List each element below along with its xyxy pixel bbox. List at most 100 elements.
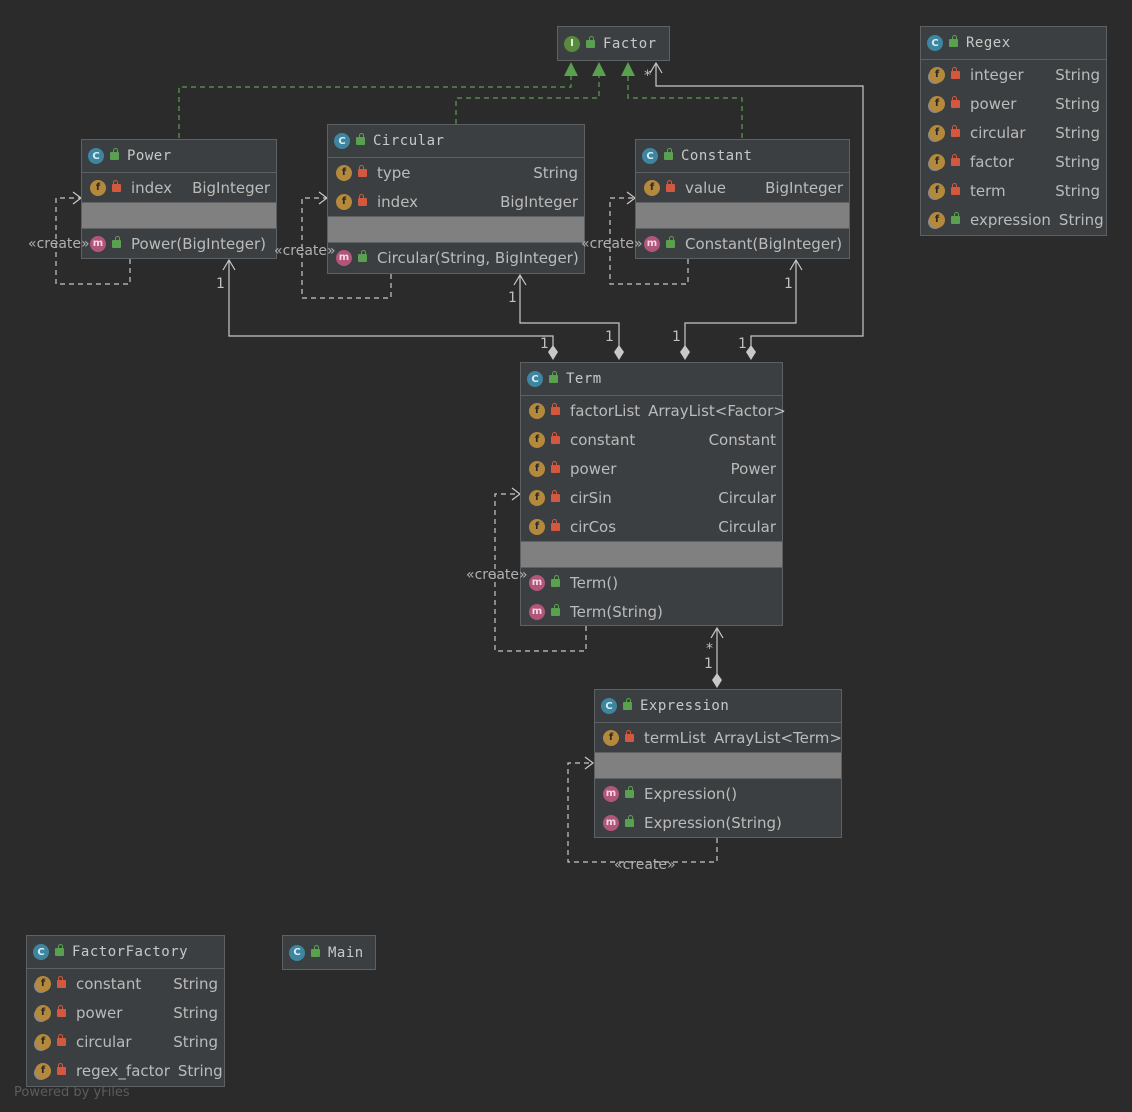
field-name: cirCos: [570, 517, 617, 536]
field-icon: f: [336, 193, 352, 210]
realization-arrow-power: [564, 62, 578, 76]
class-main[interactable]: C Main: [282, 935, 376, 970]
field-row[interactable]: f integer String: [921, 60, 1106, 89]
create-label-term: «create»: [466, 567, 528, 583]
method-row[interactable]: m Circular(String, BigInteger): [328, 243, 584, 272]
field-row[interactable]: f factor String: [921, 147, 1106, 176]
realization-arrow-circular: [592, 62, 606, 76]
class-expression[interactable]: C Expression f termList ArrayList<Term> …: [594, 689, 842, 838]
private-icon: [112, 179, 121, 192]
separator: [636, 202, 849, 229]
field-type: BigInteger: [192, 178, 270, 197]
field-type: Circular: [718, 517, 776, 536]
method-row[interactable]: m Term(String): [521, 597, 782, 626]
interface-icon: I: [564, 35, 580, 52]
create-label-power: «create»: [28, 236, 90, 252]
field-name: constant: [570, 430, 636, 449]
field-row[interactable]: f circular String: [921, 118, 1106, 147]
field-type: String: [1055, 152, 1100, 171]
field-row[interactable]: f regex_factor String: [27, 1056, 224, 1085]
diamond-4: [746, 345, 756, 360]
field-icon: f: [603, 729, 619, 746]
field-row[interactable]: f power Power: [521, 454, 782, 483]
field-name: type: [377, 163, 411, 182]
private-icon: [57, 975, 66, 988]
field-row[interactable]: f expression String: [921, 205, 1106, 234]
public-icon: [55, 944, 64, 956]
create-label-circular: «create»: [274, 243, 336, 259]
private-icon: [551, 518, 560, 531]
field-type: String: [177, 1061, 223, 1080]
field-type: Circular: [718, 488, 776, 507]
class-name: FactorFactory: [72, 944, 189, 960]
class-factor[interactable]: I Factor: [557, 26, 670, 61]
field-name: term: [970, 181, 1006, 200]
public-icon: [625, 785, 634, 798]
field-row[interactable]: f cirSin Circular: [521, 483, 782, 512]
private-icon: [951, 66, 960, 79]
field-row[interactable]: f power String: [27, 998, 224, 1027]
field-row[interactable]: f value BigInteger: [636, 173, 849, 202]
multiplicity-term-many: *: [706, 641, 713, 657]
method-row[interactable]: m Expression(String): [595, 808, 841, 837]
field-name: constant: [76, 974, 142, 993]
method-row[interactable]: m Expression(): [595, 779, 841, 808]
separator: [521, 541, 782, 568]
field-name: cirSin: [570, 488, 612, 507]
field-row[interactable]: f cirCos Circular: [521, 512, 782, 541]
private-icon: [625, 729, 634, 742]
class-regex[interactable]: C Regex f integer String f power String …: [920, 26, 1107, 236]
class-icon: C: [33, 944, 49, 960]
class-icon: C: [642, 148, 658, 164]
method-row[interactable]: m Constant(BigInteger): [636, 229, 849, 258]
method-name: Constant(BigInteger): [685, 234, 843, 253]
static-field-icon: f: [929, 182, 945, 199]
method-name: Circular(String, BigInteger): [377, 248, 579, 267]
field-row[interactable]: f term String: [921, 176, 1106, 205]
class-constant[interactable]: C Constant f value BigInteger m Constant…: [635, 139, 850, 259]
field-row[interactable]: f index BigInteger: [82, 173, 276, 202]
field-row[interactable]: f type String: [328, 158, 584, 187]
field-row[interactable]: f power String: [921, 89, 1106, 118]
separator: [595, 752, 841, 779]
static-field-icon: f: [35, 975, 51, 992]
field-row[interactable]: f circular String: [27, 1027, 224, 1056]
field-type: String: [173, 1032, 218, 1051]
realization-arrow-constant: [621, 62, 635, 76]
separator: [328, 216, 584, 243]
static-field-icon: f: [35, 1062, 51, 1079]
public-icon: [311, 944, 320, 957]
field-row[interactable]: f termList ArrayList<Term>: [595, 723, 842, 752]
field-row[interactable]: f constant Constant: [521, 425, 782, 454]
field-type: ArrayList<Term>: [713, 728, 842, 747]
field-name: power: [970, 94, 1017, 113]
static-field-icon: f: [35, 1004, 51, 1021]
field-row[interactable]: f factorList ArrayList<Factor>: [521, 396, 786, 425]
method-icon: m: [529, 603, 545, 620]
class-power[interactable]: C Power f index BigInteger m Power(BigIn…: [81, 139, 277, 259]
class-name: Regex: [966, 35, 1011, 51]
diamond-3: [680, 345, 690, 360]
field-row[interactable]: f index BigInteger: [328, 187, 584, 216]
class-circular[interactable]: C Circular f type String f index BigInte…: [327, 124, 585, 274]
class-icon: C: [88, 148, 104, 164]
method-row[interactable]: m Term(): [521, 568, 782, 597]
class-icon: C: [927, 35, 943, 51]
field-row[interactable]: f constant String: [27, 969, 224, 998]
private-icon: [666, 179, 675, 192]
field-type: String: [1055, 65, 1100, 84]
class-factorfactory[interactable]: C FactorFactory f constant String f powe…: [26, 935, 225, 1087]
method-name: Expression(): [644, 784, 738, 803]
field-icon: f: [90, 179, 106, 196]
field-icon: f: [529, 489, 545, 506]
public-icon: [949, 35, 958, 47]
private-icon: [551, 431, 560, 444]
method-icon: m: [644, 235, 660, 252]
method-row[interactable]: m Power(BigInteger): [82, 229, 276, 258]
class-term[interactable]: C Term f factorList ArrayList<Factor> f …: [520, 362, 786, 626]
field-type: String: [1055, 94, 1100, 113]
field-name: value: [685, 178, 726, 197]
public-icon: [358, 249, 367, 262]
public-icon: [666, 235, 675, 248]
private-icon: [951, 153, 960, 166]
